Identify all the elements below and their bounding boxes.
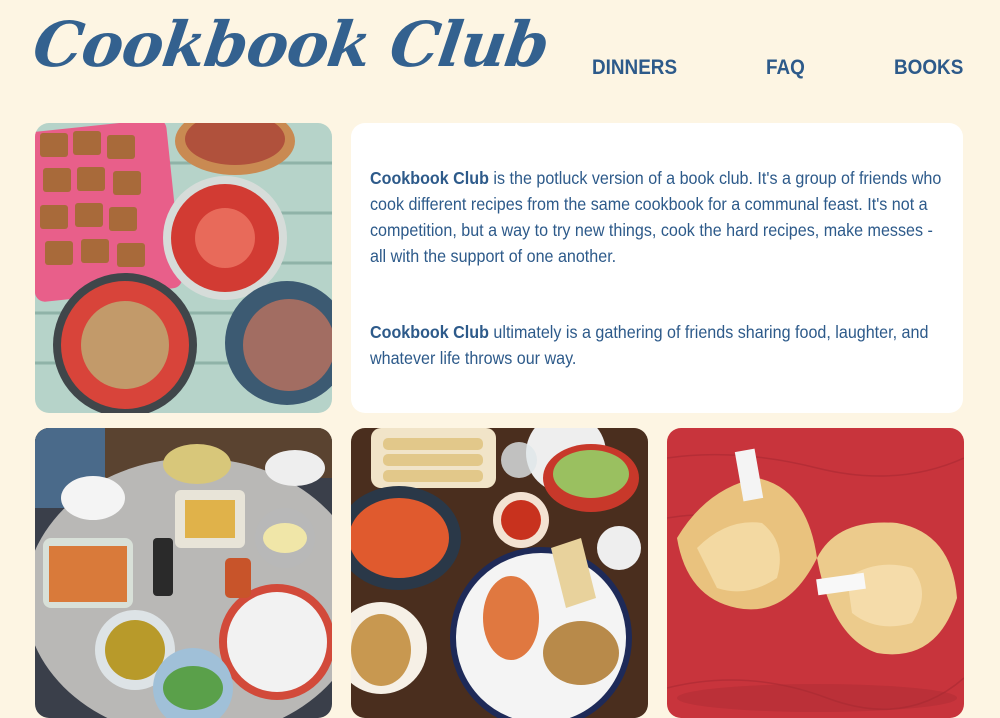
- dinner-table-photo: [35, 428, 332, 718]
- main-nav: DINNERS FAQ BOOKS: [0, 56, 1000, 82]
- nav-books[interactable]: BOOKS: [894, 56, 963, 80]
- about-highlight: Cookbook Club: [370, 322, 489, 342]
- pie-table-photo: [35, 123, 332, 413]
- about-paragraph-1: Cookbook Club is the potluck version of …: [370, 165, 950, 269]
- about-highlight: Cookbook Club: [370, 168, 489, 188]
- nav-dinners[interactable]: DINNERS: [592, 56, 677, 80]
- tamales-photo: [351, 428, 648, 718]
- about-paragraph-2: Cookbook Club ultimately is a gathering …: [370, 319, 950, 371]
- fortune-cookies-photo: [667, 428, 964, 718]
- nav-faq[interactable]: FAQ: [766, 56, 805, 80]
- about-card: Cookbook Club is the potluck version of …: [351, 123, 963, 413]
